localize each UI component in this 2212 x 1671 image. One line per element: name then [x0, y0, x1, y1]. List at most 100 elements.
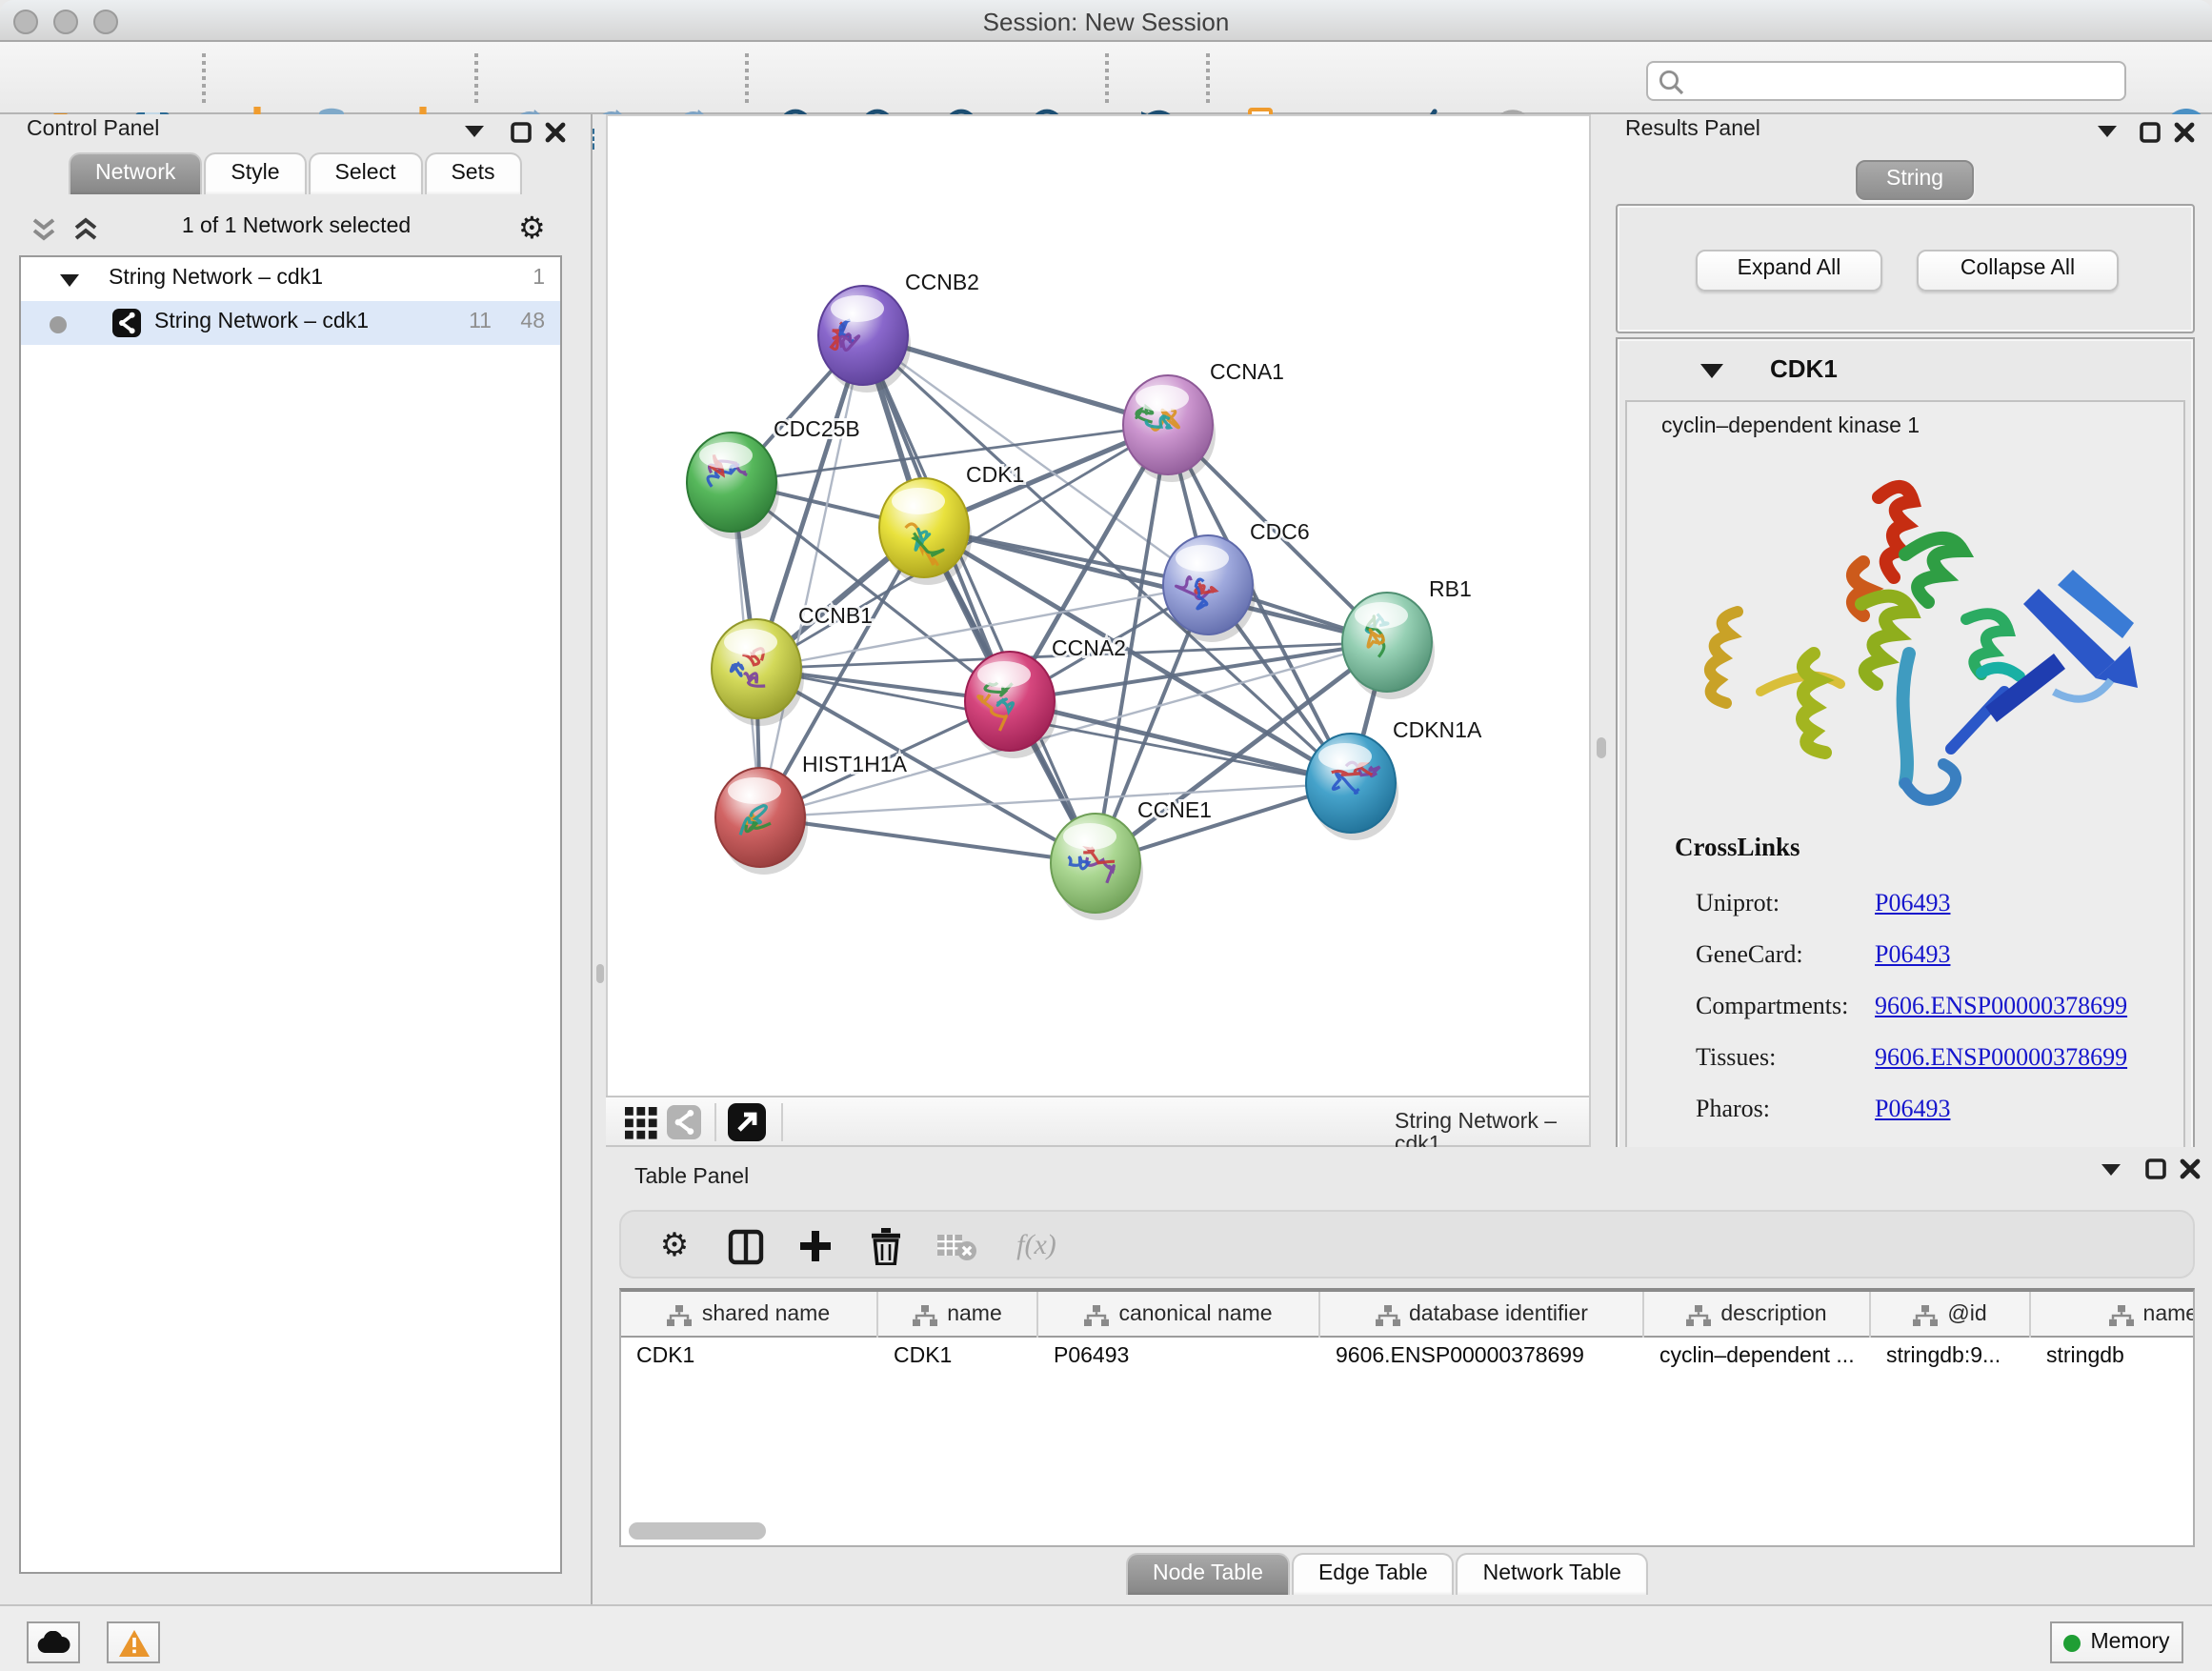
node-CDKN1A[interactable]: CDKN1A — [1306, 717, 1482, 840]
table-options-gear-icon[interactable]: ⚙ — [652, 1223, 697, 1269]
hierarchy-icon — [2109, 1304, 2134, 1325]
maximize-panel-icon[interactable] — [2145, 1158, 2166, 1179]
network-options-gear-icon[interactable]: ⚙ — [518, 210, 546, 248]
table-cell-name[interactable]: CDK1 — [894, 1345, 1027, 1379]
tab-string[interactable]: String — [1856, 160, 1974, 200]
table-cell-canonical-name[interactable]: P06493 — [1054, 1345, 1309, 1379]
float-panel-icon[interactable] — [2096, 122, 2119, 139]
protein-name: CDK1 — [1770, 354, 1838, 383]
crosslink-genecard-link[interactable]: P06493 — [1875, 939, 1950, 970]
node-HIST1H1A[interactable]: HIST1H1A — [715, 752, 908, 875]
crosslink-label: Compartments: — [1696, 991, 1848, 1021]
column-header-shared-name[interactable]: shared name — [621, 1292, 878, 1338]
birdseye-view-button[interactable] — [621, 1103, 659, 1141]
column-header-name[interactable]: name — [878, 1292, 1038, 1338]
delete-table-button[interactable] — [934, 1223, 979, 1269]
edge-HIST1H1A-CCNE1[interactable] — [760, 817, 1096, 863]
column-header--id[interactable]: @id — [1871, 1292, 2031, 1338]
share-view-button[interactable] — [665, 1103, 703, 1141]
network-row[interactable]: String Network – cdk1 11 48 — [21, 301, 560, 345]
network-edge-count: 48 — [503, 311, 545, 333]
tab-node-table[interactable]: Node Table — [1126, 1553, 1290, 1595]
toolbar-separator — [745, 53, 749, 103]
maximize-panel-icon[interactable] — [511, 122, 532, 143]
memory-button[interactable]: Memory — [2050, 1621, 2183, 1663]
protein-section: CDK1 cyclin–dependent kinase 1 — [1616, 337, 2195, 1185]
collection-label: String Network – cdk1 — [109, 267, 323, 290]
crosslink-uniprot-link[interactable]: P06493 — [1875, 888, 1950, 918]
tab-network-table[interactable]: Network Table — [1457, 1553, 1648, 1595]
hierarchy-icon — [1913, 1304, 1938, 1325]
delete-column-button[interactable] — [863, 1223, 909, 1269]
node-CDC25B[interactable]: CDC25B — [687, 416, 860, 539]
tab-sets[interactable]: Sets — [424, 152, 521, 194]
show-columns-button[interactable] — [722, 1223, 768, 1269]
left-splitter[interactable] — [594, 114, 606, 1604]
cloud-status-button[interactable] — [27, 1621, 80, 1663]
tab-select[interactable]: Select — [309, 152, 423, 194]
horizontal-scrollbar[interactable] — [629, 1522, 766, 1540]
close-panel-icon[interactable] — [545, 122, 566, 143]
column-header-database-identifier[interactable]: database identifier — [1320, 1292, 1644, 1338]
table-panel-title: Table Panel — [634, 1166, 749, 1189]
results-panel-title: Results Panel — [1625, 118, 1760, 141]
close-panel-icon[interactable] — [2180, 1158, 2201, 1179]
table-cell-namespace[interactable]: stringdb — [2046, 1345, 2195, 1379]
search-input[interactable] — [1690, 65, 2109, 97]
collection-expander-icon[interactable] — [59, 272, 80, 288]
crosslink-row: Tissues:9606.ENSP00000378699 — [1696, 1033, 2172, 1084]
close-panel-icon[interactable] — [2174, 122, 2195, 143]
protein-section-header[interactable]: CDK1 — [1618, 339, 2193, 396]
protein-structure-image — [1680, 463, 2138, 821]
app-window: Session: New Session — [0, 0, 2212, 1671]
tab-style[interactable]: Style — [204, 152, 306, 194]
table-panel: Table Panel ⚙ f(x) shared namenamecanoni… — [606, 1147, 2212, 1604]
table-cell--id[interactable]: stringdb:9... — [1886, 1345, 2020, 1379]
node-CCNB2[interactable]: CCNB2 — [818, 270, 979, 393]
node-table: shared namenamecanonical namedatabase id… — [619, 1288, 2195, 1547]
edge-CCNB2-HIST1H1A[interactable] — [760, 335, 863, 817]
table-cell-database-identifier[interactable]: 9606.ENSP00000378699 — [1336, 1345, 1633, 1379]
table-header: shared namenamecanonical namedatabase id… — [621, 1292, 2193, 1338]
memory-status-icon — [2063, 1634, 2081, 1651]
window-title: Session: New Session — [0, 8, 2212, 36]
function-builder-button[interactable]: f(x) — [1004, 1223, 1069, 1269]
collapse-all-button[interactable]: Collapse All — [1917, 250, 2119, 292]
crosslink-compartments-link[interactable]: 9606.ENSP00000378699 — [1875, 991, 2127, 1021]
node-RB1[interactable]: RB1 — [1342, 576, 1472, 699]
network-node-count: 11 — [450, 311, 492, 333]
crosslink-row: Uniprot:P06493 — [1696, 878, 2172, 930]
table-tabs: Node TableEdge TableNetwork Table — [1126, 1553, 1650, 1595]
column-header-namespace[interactable]: namespace — [2031, 1292, 2195, 1338]
open-in-browser-button[interactable] — [728, 1103, 766, 1141]
section-expander-icon[interactable] — [1699, 362, 1724, 379]
crosslink-pharos-link[interactable]: P06493 — [1875, 1094, 1950, 1124]
float-panel-icon[interactable] — [2100, 1160, 2122, 1178]
crosslink-tissues-link[interactable]: 9606.ENSP00000378699 — [1875, 1042, 2127, 1073]
toolbar-separator — [202, 53, 206, 103]
column-header-canonical-name[interactable]: canonical name — [1038, 1292, 1320, 1338]
tab-network[interactable]: Network — [69, 152, 202, 194]
network-collection-row[interactable]: String Network – cdk1 1 — [21, 257, 560, 301]
warnings-button[interactable] — [107, 1621, 160, 1663]
plus-icon — [798, 1229, 833, 1263]
tab-edge-table[interactable]: Edge Table — [1292, 1553, 1455, 1595]
grid-icon — [624, 1106, 656, 1138]
table-cell-shared-name[interactable]: CDK1 — [636, 1345, 867, 1379]
external-link-icon — [728, 1103, 766, 1141]
node-CDC6[interactable]: CDC6 — [1163, 519, 1310, 642]
node-label-CCNA2: CCNA2 — [1052, 635, 1126, 660]
node-label-CDK1: CDK1 — [966, 462, 1024, 487]
column-header-description[interactable]: description — [1644, 1292, 1871, 1338]
network-view[interactable]: CCNB2CCNA1CDC25BCDK1CDC6RB1CCNB1CCNA2CDK… — [606, 114, 1589, 1096]
node-label-HIST1H1A: HIST1H1A — [802, 752, 908, 776]
node-CCNA1[interactable]: CCNA1 — [1123, 359, 1284, 482]
edge-CCNB2-CCNE1[interactable] — [863, 335, 1096, 863]
expand-all-button[interactable]: Expand All — [1696, 250, 1882, 292]
float-panel-icon[interactable] — [463, 122, 486, 139]
trash-icon — [869, 1227, 903, 1265]
create-column-button[interactable] — [793, 1223, 838, 1269]
control-panel-title: Control Panel — [27, 118, 159, 141]
table-cell-description[interactable]: cyclin–dependent ... — [1659, 1345, 1860, 1379]
maximize-panel-icon[interactable] — [2140, 122, 2161, 143]
